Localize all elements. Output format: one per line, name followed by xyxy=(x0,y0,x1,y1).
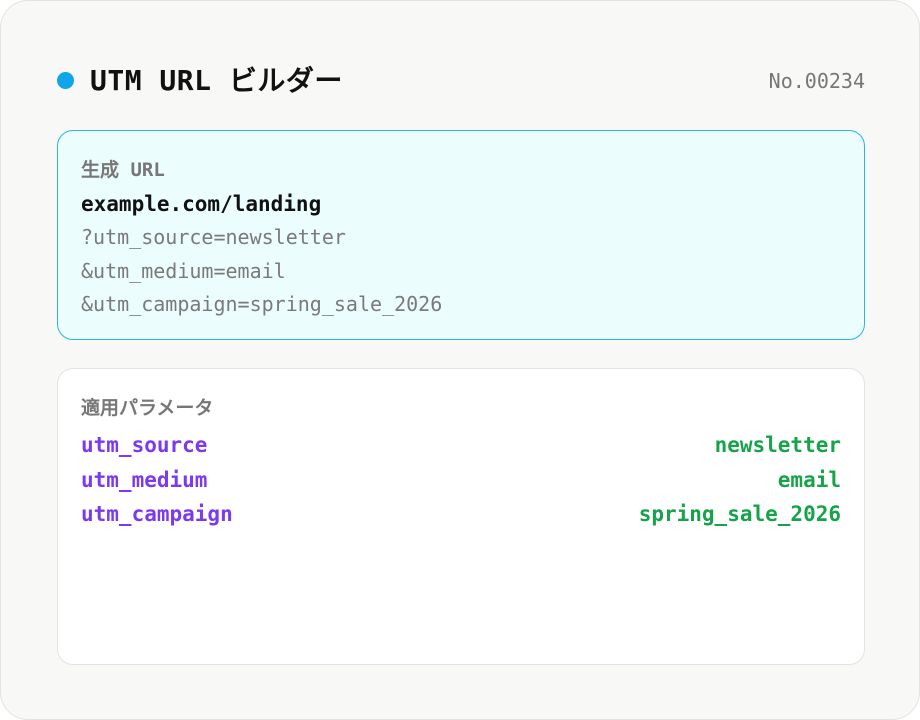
parameter-value: email xyxy=(777,468,841,492)
url-base[interactable]: example.com/landing xyxy=(81,190,321,218)
parameter-value: spring_sale_2026 xyxy=(638,502,841,526)
status-dot-icon xyxy=(57,72,74,89)
applied-parameters-label: 適用パラメータ xyxy=(81,397,214,419)
header: UTM URL ビルダー No.00234 xyxy=(57,63,865,103)
parameter-row: utm_campaign spring_sale_2026 xyxy=(81,500,841,528)
parameter-row: utm_medium email xyxy=(81,466,841,494)
document-number: No.00234 xyxy=(768,69,865,93)
parameter-key: utm_source xyxy=(81,433,208,457)
url-query-line[interactable]: ?utm_source=newsletter xyxy=(81,223,841,251)
parameter-key: utm_medium xyxy=(81,468,208,492)
parameter-key: utm_campaign xyxy=(81,502,233,526)
applied-parameters-panel: 適用パラメータ utm_source newsletter utm_medium… xyxy=(57,368,865,665)
generated-url-panel[interactable]: 生成 URL example.com/landing ?utm_source=n… xyxy=(57,130,865,340)
generated-url-label: 生成 URL xyxy=(81,159,165,181)
page-title: UTM URL ビルダー xyxy=(90,64,343,97)
parameter-row: utm_source newsletter xyxy=(81,431,841,459)
url-query-line[interactable]: &utm_medium=email xyxy=(81,257,841,285)
parameter-value: newsletter xyxy=(714,433,841,457)
url-query-line[interactable]: &utm_campaign=spring_sale_2026 xyxy=(81,290,841,318)
utm-builder-card: UTM URL ビルダー No.00234 生成 URL example.com… xyxy=(0,0,920,720)
